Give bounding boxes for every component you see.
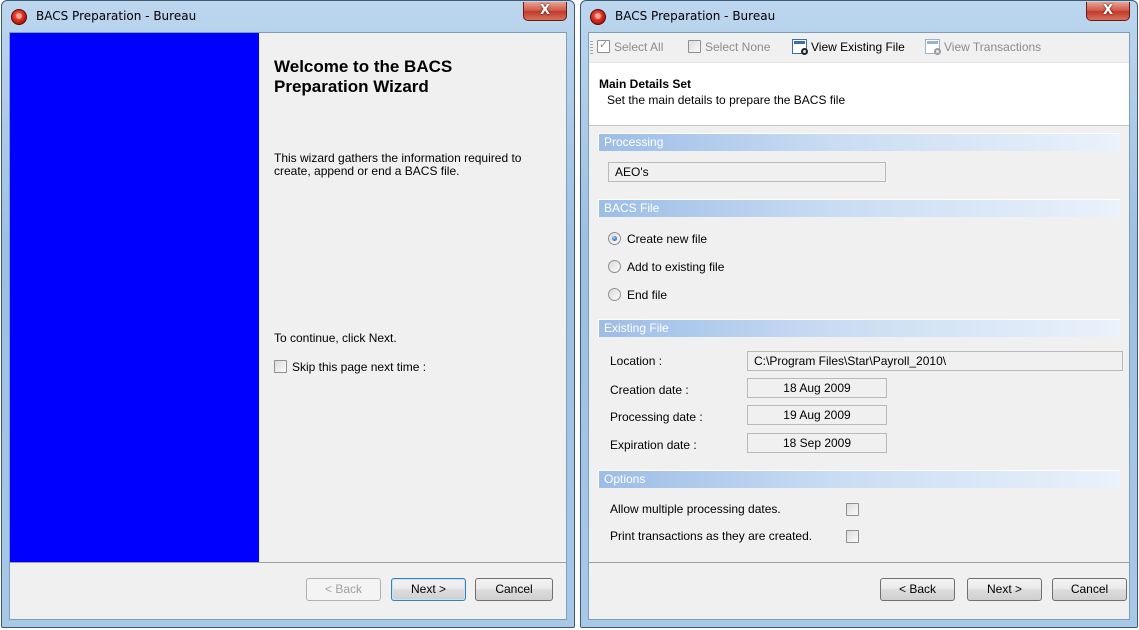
end-file-option[interactable]: End file [608, 288, 667, 302]
create-new-file-option[interactable]: Create new file [608, 232, 707, 246]
close-button[interactable]: X [1086, 2, 1130, 21]
close-button[interactable]: X [523, 2, 567, 21]
select-none-check-icon [688, 40, 701, 54]
end-file-label: End file [627, 288, 668, 302]
title-bar[interactable]: BACS Preparation - Bureau X [2, 1, 574, 32]
toolbar: Select All Select None View Existing Fil… [589, 33, 1129, 63]
toolbar-grip[interactable] [590, 41, 593, 55]
button-bar: < Back Next > Cancel [10, 562, 566, 619]
processing-date-field: 19 Aug 2009 [747, 405, 887, 425]
view-existing-file-button[interactable]: View Existing File [792, 39, 905, 56]
existing-file-section-header: Existing File [598, 319, 1120, 337]
create-new-file-label: Create new file [627, 232, 708, 246]
main-details-window: BACS Preparation - Bureau X Select All S… [580, 0, 1138, 628]
next-button[interactable]: Next > [391, 578, 466, 601]
wizard-client-area: Welcome to the BACS Preparation Wizard T… [9, 32, 567, 620]
cancel-button[interactable]: Cancel [1052, 578, 1127, 601]
options-section-header: Options [598, 470, 1120, 488]
wizard-description: This wizard gathers the information requ… [274, 151, 522, 178]
page-subtitle: Set the main details to prepare the BACS… [607, 93, 846, 107]
main-client-area: Select All Select None View Existing Fil… [588, 32, 1130, 620]
skip-page-checkbox[interactable] [274, 360, 287, 374]
select-all-button[interactable]: Select All [597, 38, 664, 54]
back-button[interactable]: < Back [306, 578, 381, 601]
skip-page-label: Skip this page next time : [292, 360, 427, 374]
wizard-welcome-window: BACS Preparation - Bureau X Welcome to t… [1, 0, 575, 628]
view-transactions-icon [925, 39, 941, 56]
add-to-existing-file-option[interactable]: Add to existing file [608, 260, 724, 274]
skip-page-option[interactable]: Skip this page next time : [274, 360, 426, 374]
cancel-button[interactable]: Cancel [475, 578, 553, 601]
print-transactions-checkbox[interactable] [846, 530, 859, 543]
select-all-label: Select All [614, 40, 664, 54]
page-title: Main Details Set [599, 77, 692, 91]
location-label: Location : [610, 354, 663, 368]
close-icon: X [539, 3, 551, 18]
allow-multiple-dates-label: Allow multiple processing dates. [610, 502, 781, 516]
expiration-date-field: 18 Sep 2009 [747, 433, 887, 453]
select-none-label: Select None [705, 40, 771, 54]
processing-date-label: Processing date : [610, 410, 703, 424]
wizard-header: Main Details Set Set the main details to… [589, 63, 1129, 126]
processing-field: AEO's [608, 162, 886, 182]
wizard-banner [10, 33, 259, 567]
print-transactions-label: Print transactions as they are created. [610, 529, 813, 543]
location-field: C:\Program Files\Star\Payroll_2010\ [747, 351, 1123, 371]
welcome-title: Welcome to the BACS Preparation Wizard [274, 57, 453, 96]
app-icon[interactable] [11, 9, 27, 25]
next-button[interactable]: Next > [967, 578, 1042, 601]
allow-multiple-dates-checkbox[interactable] [846, 503, 859, 516]
window-title: BACS Preparation - Bureau [615, 9, 776, 23]
create-new-file-radio[interactable] [608, 232, 621, 246]
view-transactions-label: View Transactions [944, 40, 1042, 54]
add-to-existing-file-radio[interactable] [608, 260, 621, 274]
add-to-existing-file-label: Add to existing file [627, 260, 725, 274]
title-bar[interactable]: BACS Preparation - Bureau X [581, 1, 1137, 32]
continue-instruction: To continue, click Next. [274, 331, 397, 345]
creation-date-field: 18 Aug 2009 [747, 378, 887, 398]
app-icon[interactable] [590, 9, 606, 25]
end-file-radio[interactable] [608, 288, 621, 302]
select-none-button[interactable]: Select None [688, 40, 770, 54]
processing-section-header: Processing [598, 133, 1120, 151]
creation-date-label: Creation date : [610, 383, 689, 397]
select-all-check-icon [597, 38, 610, 54]
back-button[interactable]: < Back [880, 578, 955, 601]
window-title: BACS Preparation - Bureau [36, 9, 197, 23]
button-bar: < Back Next > Cancel [589, 562, 1129, 619]
view-file-icon [792, 39, 808, 56]
view-existing-file-label: View Existing File [811, 40, 905, 54]
view-transactions-button[interactable]: View Transactions [925, 39, 1042, 56]
bacs-file-section-header: BACS File [598, 199, 1120, 217]
expiration-date-label: Expiration date : [610, 438, 697, 452]
close-icon: X [1102, 3, 1114, 18]
